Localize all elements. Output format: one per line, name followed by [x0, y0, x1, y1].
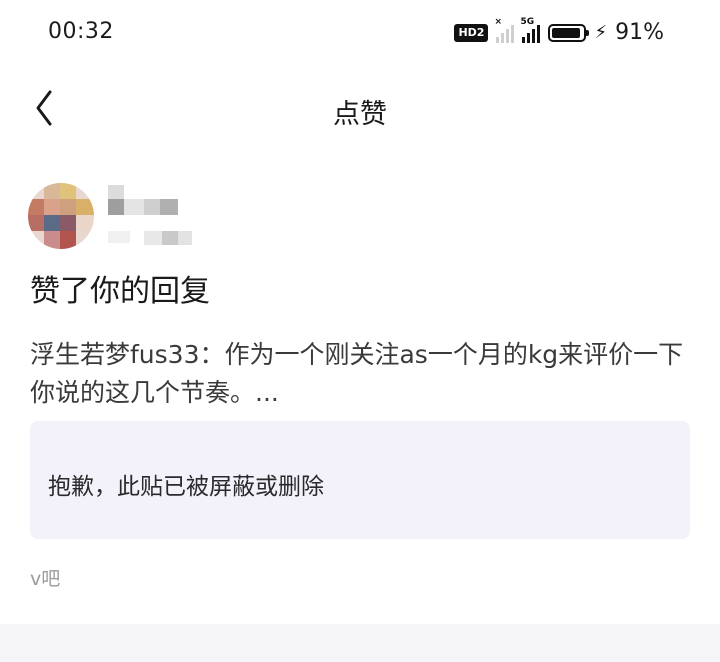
signal-sim1-icon: ×: [494, 17, 515, 43]
page-title: 点赞: [333, 99, 387, 130]
status-bar: 00:32 HD2 × 5G ⚡ 91%: [0, 0, 720, 64]
avatar-image: [28, 183, 94, 249]
signal-5g-icon: 5G: [520, 17, 541, 43]
battery-percent: 91%: [615, 20, 664, 45]
status-icons: HD2 × 5G ⚡ 91%: [454, 17, 664, 45]
deleted-post-notice: 抱歉，此贴已被屏蔽或删除: [48, 474, 324, 500]
section-divider: [0, 624, 720, 662]
notification-headline: 赞了你的回复: [30, 274, 210, 309]
hd-call-icon: HD2: [454, 23, 489, 42]
battery-icon: [548, 23, 590, 42]
forum-name[interactable]: v吧: [30, 564, 60, 591]
user-avatar[interactable]: [28, 183, 94, 249]
quoted-reply[interactable]: 浮生若梦fus33：作为一个刚关注as一个月的kg来评价一下你说的这几个节奏。.…: [30, 336, 700, 412]
deleted-post-card[interactable]: 抱歉，此贴已被屏蔽或删除: [30, 421, 690, 539]
nav-bar: 点赞: [0, 72, 720, 144]
status-time: 00:32: [48, 19, 114, 44]
username-pixelated: [108, 185, 192, 245]
charging-icon: ⚡: [594, 22, 608, 43]
username-blurred[interactable]: [108, 185, 208, 253]
